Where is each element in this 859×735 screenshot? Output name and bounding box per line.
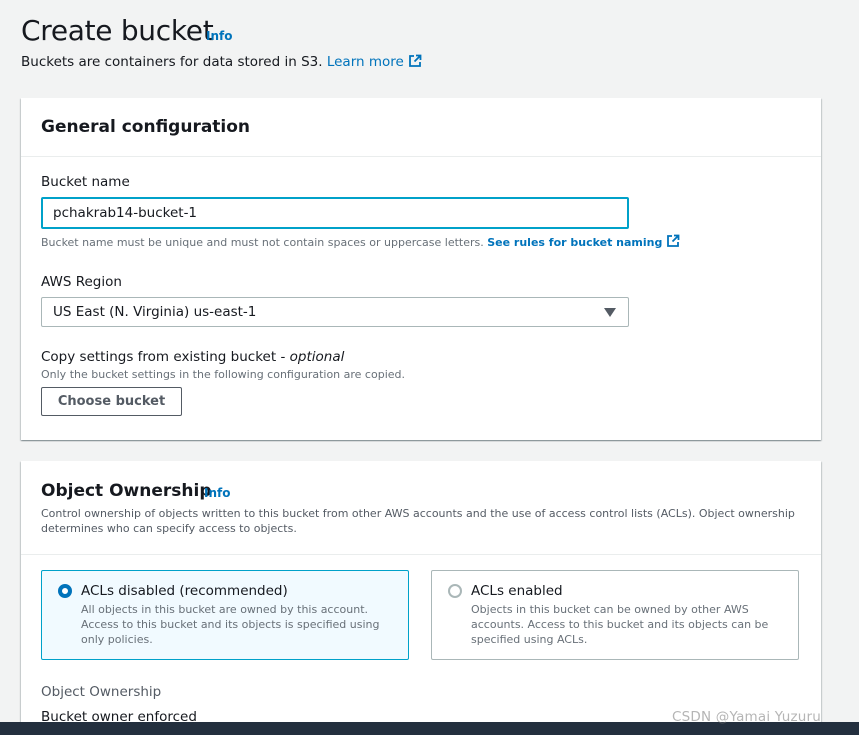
acls-disabled-description: All objects in this bucket are owned by …: [81, 603, 380, 646]
learn-more-label: Learn more: [326, 54, 404, 70]
aws-region-label: AWS Region: [41, 274, 122, 290]
object-ownership-header: Object Ownership Info Control ownership …: [21, 461, 821, 555]
radio-selected-icon[interactable]: [58, 584, 72, 598]
general-configuration-header: General configuration: [21, 98, 821, 157]
object-ownership-field-label: Object Ownership: [41, 684, 162, 700]
subtitle-text: Buckets are containers for data stored i…: [21, 54, 323, 70]
acls-enabled-label: ACLs enabled: [471, 583, 563, 599]
bucket-name-label: Bucket name: [41, 174, 130, 190]
object-ownership-panel: Object Ownership Info Control ownership …: [21, 461, 821, 735]
acls-enabled-option[interactable]: ACLs enabled Objects in this bucket can …: [431, 570, 799, 660]
copy-settings-text: Copy settings from existing bucket -: [41, 349, 286, 365]
naming-rules-link[interactable]: See rules for bucket naming: [487, 234, 680, 249]
page-title: Create bucket: [21, 14, 214, 47]
watermark: CSDN @Yamai Yuzuru: [672, 709, 822, 725]
ownership-info-link[interactable]: Info: [204, 486, 230, 500]
bucket-name-hint: Bucket name must be unique and must not …: [41, 234, 680, 249]
object-ownership-description: Control ownership of objects written to …: [41, 507, 795, 535]
choose-bucket-button[interactable]: Choose bucket: [41, 387, 182, 416]
acls-enabled-description: Objects in this bucket can be owned by o…: [471, 603, 769, 646]
external-link-icon: [667, 234, 680, 247]
bucket-name-input[interactable]: pchakrab14-bucket-1: [41, 197, 629, 229]
acls-disabled-option[interactable]: ACLs disabled (recommended) All objects …: [41, 570, 409, 660]
learn-more-link[interactable]: Learn more: [327, 54, 422, 70]
external-link-icon: [408, 54, 422, 67]
copy-settings-optional: optional: [289, 349, 345, 365]
copy-settings-hint: Only the bucket settings in the followin…: [41, 368, 405, 381]
aws-region-value: US East (N. Virginia) us-east-1: [53, 304, 257, 320]
copy-settings-label: Copy settings from existing bucket - opt…: [41, 349, 344, 365]
naming-rules-label: See rules for bucket naming: [487, 236, 663, 249]
aws-region-select[interactable]: US East (N. Virginia) us-east-1: [41, 297, 629, 327]
radio-unselected-icon[interactable]: [448, 584, 462, 598]
general-configuration-panel: General configuration Bucket name pchakr…: [21, 98, 821, 440]
acls-disabled-label: ACLs disabled (recommended): [81, 583, 288, 599]
title-info-link[interactable]: Info: [206, 29, 232, 43]
general-configuration-title: General configuration: [41, 117, 251, 137]
object-ownership-title: Object Ownership: [41, 481, 212, 501]
page-subtitle: Buckets are containers for data stored i…: [21, 54, 422, 70]
bucket-name-hint-text: Bucket name must be unique and must not …: [41, 236, 484, 249]
caret-down-icon: [604, 308, 616, 317]
